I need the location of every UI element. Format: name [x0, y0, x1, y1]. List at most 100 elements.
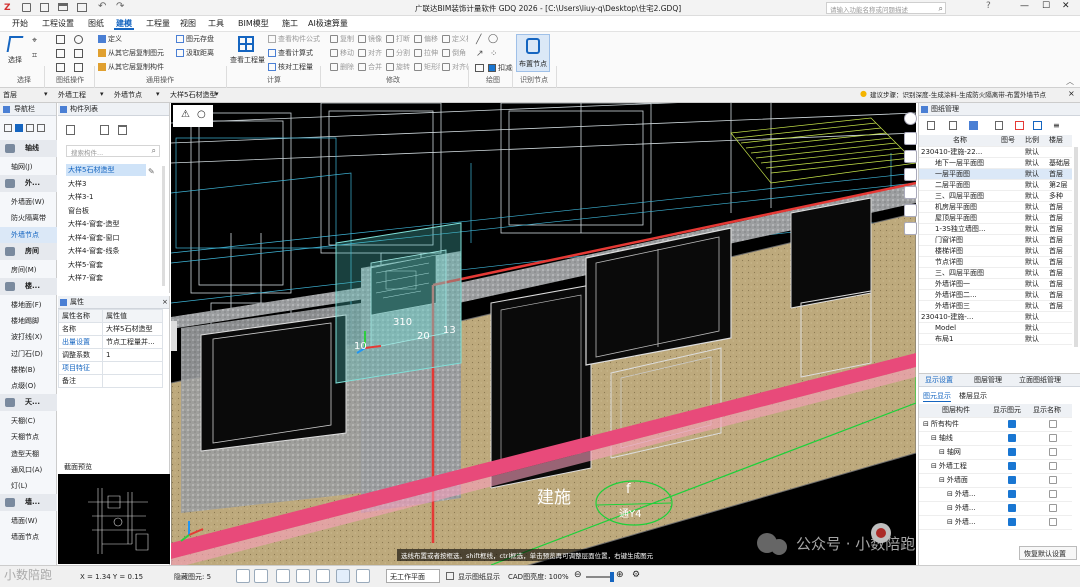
check-quantity-button[interactable]: 核对工程量 — [278, 63, 313, 72]
menu-0[interactable]: 开始 — [10, 18, 30, 30]
drawing-row[interactable]: 三、四层平面图 默认 多种 — [919, 190, 1072, 202]
drawing-row[interactable]: 1-3S独立墙图... 默认 首层 — [919, 223, 1072, 235]
modify-14-label[interactable]: 对齐(Alt) — [452, 63, 468, 72]
nav-item-3[interactable]: 外墙面(W) — [0, 194, 57, 211]
nav-item-0[interactable]: 轴线 — [0, 140, 57, 157]
component-search-box[interactable]: 搜索构件... ⌕ — [66, 145, 160, 157]
drawing-row[interactable]: 二层平面图 默认 第2层 — [919, 179, 1072, 191]
view-calc-button[interactable]: 查看计算式 — [278, 49, 313, 58]
table-view-icon[interactable] — [1033, 121, 1042, 130]
modify-3-icon[interactable] — [358, 35, 366, 43]
maximize-icon[interactable]: ☐ — [1042, 1, 1050, 11]
modify-4-label[interactable]: 对齐 — [368, 49, 382, 58]
modify-5-label[interactable]: 合并 — [368, 63, 382, 72]
menu-2[interactable]: 图纸 — [86, 18, 106, 30]
component-item[interactable]: 大样4-窗套-窗口 — [66, 232, 120, 244]
view-tool-1-icon[interactable] — [904, 132, 917, 145]
drawing-row[interactable]: Model 默认 — [919, 322, 1072, 334]
drawing-row[interactable]: 三、四层平面图 默认 首层 — [919, 267, 1072, 279]
delete-component-icon[interactable] — [118, 125, 127, 135]
expand-icon[interactable]: ⊟ — [939, 476, 945, 484]
show-element-checkbox[interactable] — [1008, 504, 1016, 512]
nav-item-6[interactable]: 房间 — [0, 242, 57, 260]
drawing-row[interactable]: 230410-建施-22... 默认 — [919, 146, 1072, 158]
drawing-row[interactable]: 外墙详图三 默认 首层 — [919, 300, 1072, 312]
property-row[interactable]: 调整系数 1 — [58, 348, 163, 362]
show-name-checkbox[interactable] — [1048, 434, 1057, 442]
component-item[interactable]: 大样3-1 — [66, 191, 93, 203]
status-tool-6[interactable] — [336, 569, 350, 583]
modify-8-label[interactable]: 旋转 — [396, 63, 410, 72]
component-item[interactable]: 大样5-窗套 — [66, 259, 103, 271]
pick-tool2-icon[interactable]: ⌗ — [32, 51, 37, 61]
component-list-scrollbar[interactable] — [162, 166, 165, 286]
component-item[interactable]: 大样7-窗套 — [66, 272, 103, 284]
show-cad-icon[interactable] — [446, 572, 454, 580]
property-row[interactable]: 出量设置 节点工程量并... — [58, 335, 163, 349]
nav-view-list-icon[interactable] — [4, 124, 12, 132]
view-tool-4-icon[interactable] — [904, 186, 917, 199]
show-element-checkbox[interactable] — [1008, 420, 1016, 428]
modify-11-label[interactable]: 矩形阵列 — [424, 63, 440, 72]
tab-display-settings[interactable]: 显示设置 — [925, 375, 953, 385]
drawing-op1-icon[interactable] — [56, 35, 65, 44]
modify-2-label[interactable]: 删除 — [340, 63, 354, 72]
3d-model-canvas[interactable]: 310 20 13 10 建施 f 通Y4 公众号 · 小数陪跑 — [171, 103, 916, 565]
modify-10-icon[interactable] — [414, 49, 422, 57]
brightness-plus-icon[interactable]: ⊕ — [616, 570, 624, 580]
expand-icon[interactable]: ⊟ — [939, 448, 945, 456]
nav-item-16[interactable]: 天棚(C) — [0, 413, 57, 430]
draw-rect-icon[interactable] — [475, 64, 484, 72]
subtab-element-display[interactable]: 图元显示 — [923, 391, 951, 402]
status-tool-1[interactable] — [236, 569, 250, 583]
restore-default-button[interactable]: 恢复默认设置 — [1019, 546, 1077, 560]
draw-pt2-icon[interactable]: ⁘ — [490, 49, 498, 59]
modify-13-icon[interactable] — [442, 49, 450, 57]
quick-open-icon[interactable] — [58, 3, 68, 11]
pick-tool-icon[interactable]: ⌖ — [32, 36, 37, 46]
brightness-slider-thumb[interactable] — [610, 572, 614, 582]
nav-item-21[interactable]: 墙... — [0, 494, 57, 512]
nav-item-5[interactable]: 外墙节点 — [0, 226, 57, 244]
nav-item-7[interactable]: 房间(M) — [0, 262, 57, 279]
modify-1-label[interactable]: 移动 — [340, 49, 354, 58]
status-tool-7[interactable] — [356, 569, 370, 583]
property-row[interactable]: 备注 — [58, 374, 163, 388]
redo-icon[interactable]: ↷ — [116, 1, 124, 12]
modify-7-label[interactable]: 分割 — [396, 49, 410, 58]
drawing-table-scrollbar[interactable] — [1074, 147, 1078, 347]
expand-icon[interactable]: ⊟ — [931, 434, 937, 442]
work-plane-select[interactable]: 无工作平面 — [386, 569, 440, 583]
global-search-box[interactable]: 请输入功能名称或问题描述 ⌕ — [826, 2, 946, 14]
floor-dropdown-icon[interactable]: ▾ — [44, 90, 48, 98]
minimize-icon[interactable]: — — [1020, 1, 1029, 11]
nav-item-19[interactable]: 通风口(A) — [0, 462, 57, 479]
nav-item-23[interactable]: 墙面节点 — [0, 529, 57, 546]
view-tool-5-icon[interactable] — [904, 204, 917, 217]
new-component-icon[interactable] — [66, 125, 75, 135]
modify-7-icon[interactable] — [386, 49, 394, 57]
close-icon[interactable]: ✕ — [1062, 1, 1070, 11]
component-item[interactable]: 大样4-窗套-线条 — [66, 245, 120, 257]
drawing-filter-icon[interactable]: ≡ — [1053, 121, 1060, 130]
menu-9[interactable]: AI极速算量 — [306, 18, 350, 30]
nav-item-1[interactable]: 轴网(J) — [0, 159, 57, 176]
refresh-icon[interactable]: ○ — [197, 109, 206, 120]
component-item[interactable]: 窗台板 — [66, 205, 89, 217]
modify-4-icon[interactable] — [358, 49, 366, 57]
view-cube-icon[interactable] — [904, 112, 917, 125]
nav-item-22[interactable]: 墙面(W) — [0, 513, 57, 530]
properties-close-icon[interactable]: × — [162, 298, 168, 306]
draw-pt-icon[interactable]: ↗ — [476, 49, 484, 59]
nav-view-tree-icon[interactable] — [26, 124, 34, 132]
property-value[interactable] — [102, 361, 163, 375]
brightness-minus-icon[interactable]: ⊖ — [574, 570, 582, 580]
component-item[interactable]: 大样4-窗套-造型 — [66, 218, 120, 230]
drawing-op2-icon[interactable] — [74, 35, 83, 44]
property-value[interactable]: 大样5石材造型 — [102, 322, 163, 336]
collapse-ribbon-icon[interactable]: ︿ — [1066, 76, 1074, 87]
show-element-checkbox[interactable] — [1008, 490, 1016, 498]
show-element-checkbox[interactable] — [1008, 434, 1016, 442]
modify-10-label[interactable]: 拉伸 — [424, 49, 438, 58]
menu-1[interactable]: 工程设置 — [40, 18, 76, 30]
